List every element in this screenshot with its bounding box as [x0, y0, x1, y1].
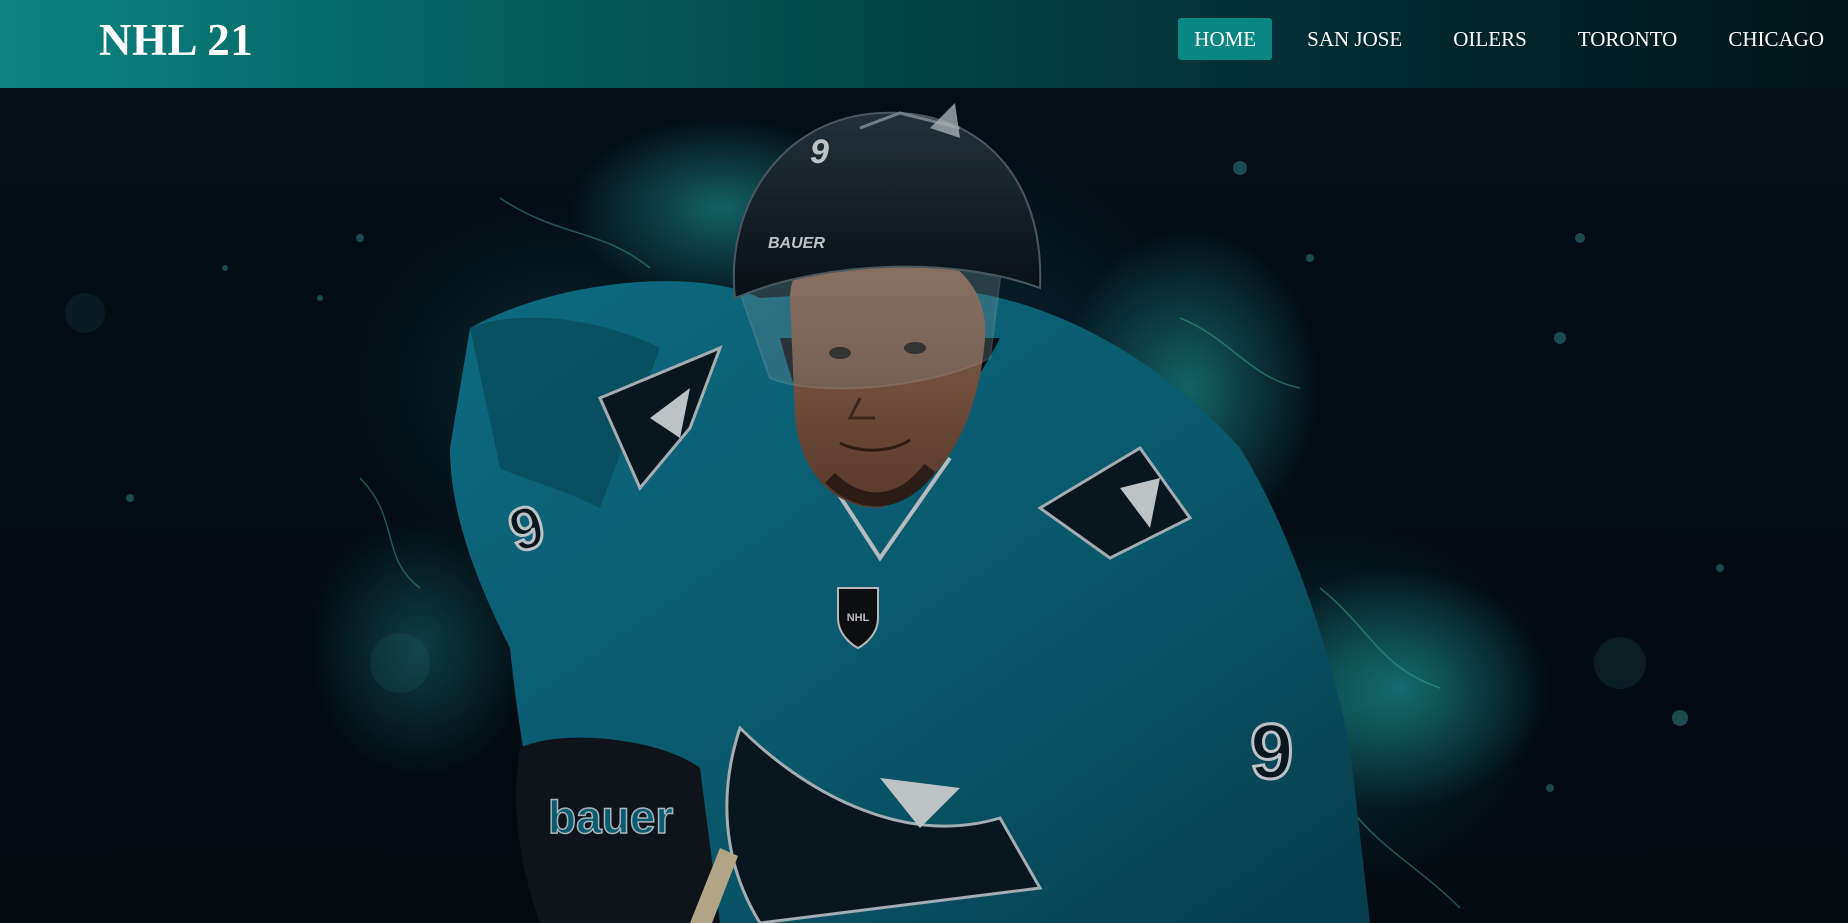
top-navbar: NHL 21 HOME SAN JOSE OILERS TORONTO CHIC… — [0, 0, 1848, 88]
brand-logo-link[interactable]: NHL 21 — [99, 14, 253, 66]
hero-banner: NHL 9 9 bauer BAUER 9 — [0, 88, 1848, 923]
nav-item-san-jose[interactable]: SAN JOSE — [1291, 18, 1418, 60]
nav-item-chicago[interactable]: CHICAGO — [1712, 18, 1840, 60]
nav-item-oilers[interactable]: OILERS — [1437, 18, 1543, 60]
main-nav: HOME SAN JOSE OILERS TORONTO CHICAGO — [1178, 18, 1848, 60]
nav-item-toronto[interactable]: TORONTO — [1562, 18, 1694, 60]
page: NHL 21 HOME SAN JOSE OILERS TORONTO CHIC… — [0, 0, 1848, 923]
nav-item-home[interactable]: HOME — [1178, 18, 1273, 60]
hockey-player-image: NHL 9 9 bauer BAUER 9 — [0, 88, 1848, 923]
